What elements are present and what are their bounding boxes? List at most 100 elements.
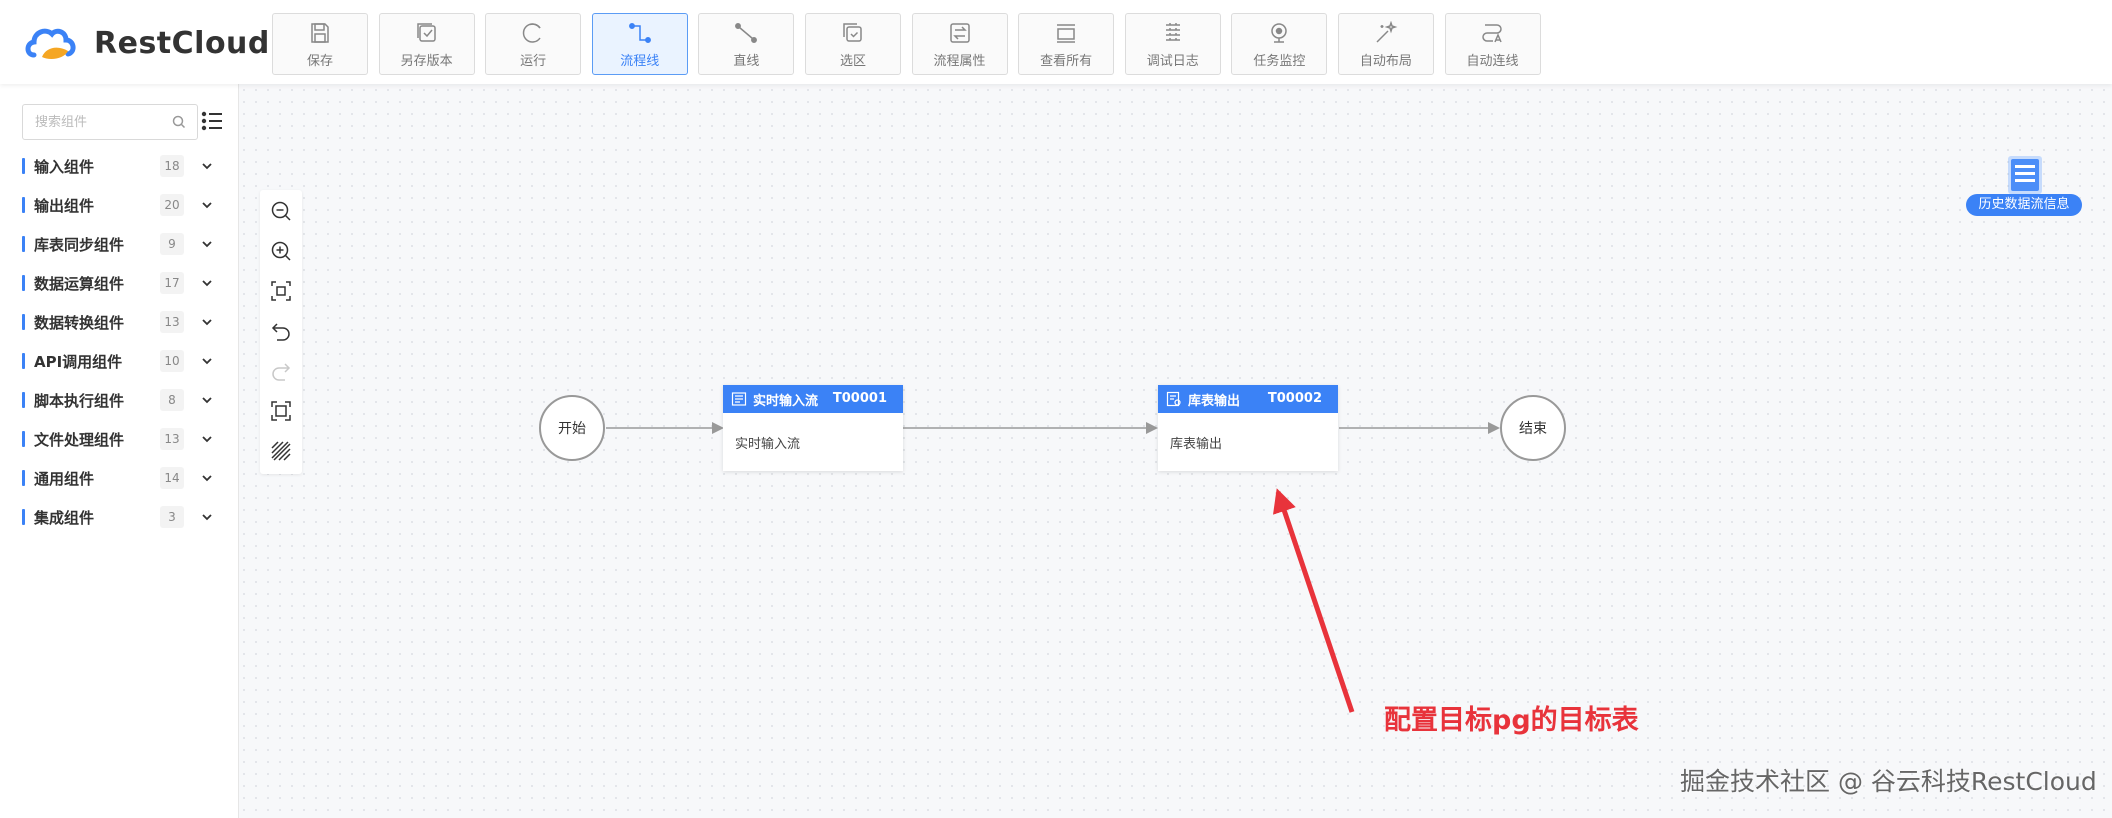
- straight-line-button[interactable]: 直线: [698, 13, 795, 75]
- flow-properties-button[interactable]: 流程属性: [911, 13, 1008, 75]
- flow-properties-icon: [947, 20, 973, 46]
- task-body: 库表输出: [1170, 437, 1223, 452]
- view-all-label: 查看所有: [1040, 53, 1093, 69]
- category-label: 通用组件: [34, 469, 95, 488]
- category-label: 输出组件: [34, 196, 95, 215]
- category-file-components[interactable]: 文件处理组件 13: [22, 426, 222, 452]
- save-button[interactable]: 保存: [272, 13, 368, 75]
- undo-icon[interactable]: [269, 319, 293, 343]
- chevron-down-icon[interactable]: [200, 354, 214, 368]
- save-label: 保存: [306, 53, 333, 69]
- chevron-down-icon[interactable]: [200, 159, 214, 173]
- task-title: 库表输出: [1188, 393, 1241, 409]
- history-dataflow-label: 历史数据流信息: [1966, 194, 2082, 216]
- watermark: 掘金技术社区 @ 谷云科技RestCloud: [1680, 767, 2097, 796]
- category-count: 8: [160, 389, 184, 411]
- category-data-compute-components[interactable]: 数据运算组件 17: [22, 270, 222, 296]
- chevron-down-icon[interactable]: [200, 432, 214, 446]
- task-monitor-icon: [1266, 20, 1292, 46]
- category-marker: [22, 509, 25, 525]
- category-label: 脚本执行组件: [34, 391, 125, 410]
- actual-size-icon[interactable]: [269, 399, 293, 423]
- run-icon: [520, 20, 546, 46]
- history-dataflow-button[interactable]: 历史数据流信息: [1966, 150, 2082, 220]
- task-id: T00001: [832, 391, 887, 406]
- component-search-input[interactable]: [23, 105, 167, 139]
- save-version-label: 另存版本: [400, 53, 453, 69]
- flow-line-label: 流程线: [620, 53, 660, 69]
- chevron-down-icon[interactable]: [200, 315, 214, 329]
- start-node-label: 开始: [558, 421, 586, 437]
- auto-layout-button[interactable]: 自动布局: [1337, 13, 1434, 75]
- selection-label: 选区: [839, 53, 866, 69]
- task-monitor-label: 任务监控: [1253, 53, 1306, 69]
- category-marker: [22, 236, 25, 252]
- straight-line-label: 直线: [733, 53, 760, 69]
- view-all-icon: [1053, 20, 1079, 46]
- save-version-button[interactable]: 另存版本: [378, 13, 475, 75]
- start-node[interactable]: 开始: [539, 395, 605, 461]
- category-marker: [22, 314, 25, 330]
- auto-connect-label: 自动连线: [1466, 53, 1519, 69]
- category-count: 14: [160, 467, 184, 489]
- stream-icon: [731, 392, 747, 406]
- category-input-components[interactable]: 输入组件 18: [22, 153, 222, 179]
- category-general-components[interactable]: 通用组件 14: [22, 465, 222, 491]
- task-body: 实时输入流: [735, 437, 801, 452]
- category-data-transform-components[interactable]: 数据转换组件 13: [22, 309, 222, 335]
- auto-layout-icon: [1373, 20, 1399, 46]
- save-icon: [307, 20, 333, 46]
- category-api-call-components[interactable]: API调用组件 10: [22, 348, 222, 374]
- category-script-components[interactable]: 脚本执行组件 8: [22, 387, 222, 413]
- category-label: API调用组件: [34, 352, 123, 371]
- grid-toggle-icon[interactable]: [269, 439, 293, 463]
- chevron-down-icon[interactable]: [200, 198, 214, 212]
- component-sidebar: 输入组件 18 输出组件 20 库表同步组件 9 数据运算组件 17 数据转换组…: [0, 84, 239, 818]
- category-count: 3: [160, 506, 184, 528]
- top-bar: RestCloud 保存 另存版本 运行 流程线 直线 选区 流程属性 查看所有…: [0, 0, 2112, 84]
- task-id: T00002: [1267, 391, 1322, 406]
- chevron-down-icon[interactable]: [200, 393, 214, 407]
- category-label: 数据运算组件: [34, 274, 125, 293]
- category-count: 13: [160, 428, 184, 450]
- run-button[interactable]: 运行: [485, 13, 582, 75]
- category-output-components[interactable]: 输出组件 20: [22, 192, 222, 218]
- task-node-table-output[interactable]: 库表输出 T00002 库表输出: [1158, 385, 1338, 471]
- category-label: 文件处理组件: [34, 430, 125, 449]
- chevron-down-icon[interactable]: [200, 510, 214, 524]
- chevron-down-icon[interactable]: [200, 471, 214, 485]
- table-output-icon: [1166, 391, 1181, 407]
- category-label: 集成组件: [34, 508, 95, 527]
- chevron-down-icon[interactable]: [200, 237, 214, 251]
- annotation-text: 配置目标pg的目标表: [1384, 705, 1639, 736]
- view-all-button[interactable]: 查看所有: [1018, 13, 1115, 75]
- auto-connect-button[interactable]: 自动连线: [1444, 13, 1541, 75]
- search-icon[interactable]: [171, 114, 187, 130]
- category-integration-components[interactable]: 集成组件 3: [22, 504, 222, 530]
- category-label: 库表同步组件: [34, 235, 125, 254]
- task-monitor-button[interactable]: 任务监控: [1231, 13, 1328, 75]
- category-label: 数据转换组件: [34, 313, 125, 332]
- redo-icon[interactable]: [269, 359, 293, 383]
- toolbar: 保存 另存版本 运行 流程线 直线 选区 流程属性 查看所有 调试日志 任务监控…: [272, 13, 1551, 75]
- task-node-realtime-input[interactable]: 实时输入流 T00001 实时输入流: [723, 385, 903, 471]
- chevron-down-icon[interactable]: [200, 276, 214, 290]
- category-count: 13: [160, 311, 184, 333]
- search-box: [22, 104, 198, 140]
- category-count: 9: [160, 233, 184, 255]
- category-marker: [22, 392, 25, 408]
- save-version-icon: [414, 20, 440, 46]
- fit-view-icon[interactable]: [269, 279, 293, 303]
- zoom-in-icon[interactable]: [269, 239, 293, 263]
- debug-log-label: 调试日志: [1146, 53, 1199, 69]
- category-label: 输入组件: [34, 157, 95, 176]
- category-table-sync-components[interactable]: 库表同步组件 9: [22, 231, 222, 257]
- zoom-out-icon[interactable]: [269, 199, 293, 223]
- end-node[interactable]: 结束: [1500, 395, 1566, 461]
- flow-line-button[interactable]: 流程线: [591, 13, 688, 75]
- list-view-icon[interactable]: [200, 109, 224, 133]
- task-header: 库表输出 T00002: [1158, 385, 1338, 413]
- debug-log-button[interactable]: 调试日志: [1124, 13, 1221, 75]
- selection-button[interactable]: 选区: [804, 13, 901, 75]
- category-marker: [22, 197, 25, 213]
